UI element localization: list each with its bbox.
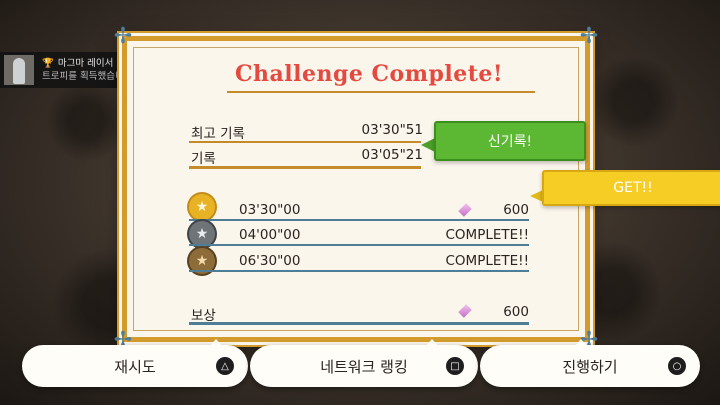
silver-time: 04'00"00 [239,227,301,243]
gold-reward: 600 [503,202,529,218]
record-value: 03'05"21 [361,147,423,163]
best-record-row: 최고 기록 03'30"51 [191,122,423,142]
new-record-badge: 신기록! [434,121,586,161]
gold-medal-icon: ★ [189,194,215,220]
trophy-thumbnail [4,55,34,85]
record-label: 기록 [191,151,216,167]
gold-medal-row: 03'30"00 600 [239,202,529,218]
silver-result: COMPLETE!! [445,227,530,243]
triangle-icon: △ [216,357,234,375]
trophy-icon: 🏆 [42,58,54,69]
title-underline [227,91,535,93]
proceed-button[interactable]: 진행하기 ○ [480,339,700,387]
corner-ornament-icon: ✢ [579,24,599,49]
corner-ornament-icon: ✢ [113,24,133,49]
square-icon: □ [446,357,464,375]
reward-label: 보상 [191,308,216,324]
best-record-label: 최고 기록 [191,126,245,142]
best-record-value: 03'30"51 [361,122,423,138]
bronze-medal-row: 06'30"00 COMPLETE!! [239,253,529,269]
retry-button[interactable]: 재시도 △ [22,339,248,387]
silver-medal-row: 04'00"00 COMPLETE!! [239,227,529,243]
bronze-time: 06'30"00 [239,253,301,269]
proceed-label: 진행하기 [562,357,618,376]
bronze-result: COMPLETE!! [445,253,530,269]
gold-time: 03'30"00 [239,202,301,218]
circle-icon: ○ [668,357,686,375]
retry-label: 재시도 [114,357,156,376]
challenge-title: Challenge Complete! [235,61,504,87]
reward-row: 보상 600 [191,304,529,324]
record-row: 기록 03'05"21 [191,147,423,167]
reward-value: 600 [503,304,529,320]
get-badge: GET!! [542,170,720,206]
network-ranking-label: 네트워크 랭킹 [320,357,408,376]
network-ranking-button[interactable]: 네트워크 랭킹 □ [250,339,478,387]
result-panel: ✢ ✢ ✢ ✢ Challenge Complete! 최고 기록 03'30"… [114,25,598,353]
